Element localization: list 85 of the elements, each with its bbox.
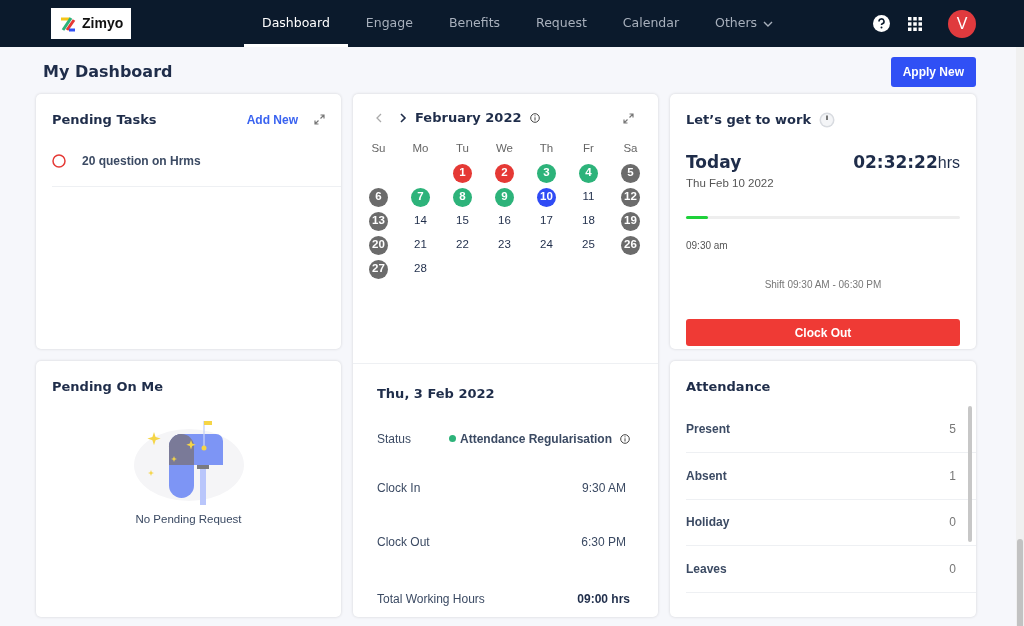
detail-label: Clock In (377, 479, 421, 497)
apps-grid-icon[interactable] (908, 16, 922, 31)
help-icon[interactable] (873, 15, 890, 32)
page-title: My Dashboard (43, 61, 173, 83)
calendar-day[interactable]: 24 (540, 236, 553, 254)
calendar-day[interactable]: 17 (540, 212, 553, 230)
calendar-day[interactable]: 2 (495, 163, 514, 183)
logo-text: Zimyo (82, 14, 124, 33)
card-title: Let’s get to work (686, 111, 812, 129)
weekday-label: We (494, 141, 514, 157)
shift-start: 09:30 am (686, 239, 729, 254)
shift-time: Shift 09:30 AM - 06:30 PM (763, 278, 883, 293)
info-icon[interactable] (620, 434, 630, 445)
scrollbar[interactable] (968, 406, 972, 542)
detail-value: 9:30 AM (581, 479, 626, 497)
avatar[interactable]: V (948, 9, 976, 38)
chevron-left-icon[interactable] (375, 112, 383, 123)
detail-value: 09:00 hrs (577, 590, 630, 608)
calendar-day[interactable]: 26 (621, 235, 640, 255)
expand-icon[interactable] (623, 113, 634, 125)
empty-message: No Pending Request (135, 511, 242, 527)
calendar-day[interactable]: 25 (582, 236, 595, 254)
info-icon[interactable] (529, 112, 540, 123)
calendar-day[interactable]: 6 (369, 187, 388, 207)
logo[interactable]: Zimyo (51, 8, 131, 39)
status-value: Attendance Regularisation (459, 430, 612, 448)
attendance-label: Holiday (686, 514, 730, 532)
nav-tab[interactable]: Others (697, 0, 792, 47)
task-checkbox[interactable] (52, 153, 66, 168)
timer: 02:32:22 (853, 151, 938, 172)
calendar-day[interactable]: 22 (456, 236, 469, 254)
calendar-day[interactable]: 21 (414, 236, 427, 254)
calendar-day[interactable]: 16 (498, 212, 511, 230)
attendance-count: 0 (949, 514, 956, 532)
timer-unit: hrs (937, 153, 960, 171)
calendar-day[interactable]: 13 (369, 211, 388, 231)
nav-tab[interactable]: Calendar (604, 0, 698, 47)
weekday-label: Tu (455, 141, 470, 157)
calendar-day[interactable]: 18 (582, 212, 595, 230)
today-label: Today (686, 150, 742, 174)
apply-new-button[interactable]: Apply New (890, 57, 976, 87)
nav-tab[interactable]: Benefits (430, 0, 519, 47)
weekday-label: Fr (582, 141, 595, 157)
calendar-day[interactable]: 19 (621, 211, 640, 231)
detail-date: Thu, 3 Feb 2022 (377, 385, 496, 403)
clock-out-button[interactable]: Clock Out (686, 319, 960, 347)
calendar-day[interactable]: 27 (369, 259, 388, 279)
scrollbar[interactable] (1016, 47, 1024, 626)
weekday-label: Sa (622, 141, 639, 157)
detail-label: Status (377, 430, 412, 448)
calendar-day[interactable]: 14 (414, 212, 427, 230)
chevron-right-icon[interactable] (399, 112, 407, 123)
calendar-day[interactable]: 12 (621, 187, 640, 207)
attendance-count: 0 (949, 560, 956, 578)
add-new-link[interactable]: Add New (246, 110, 298, 129)
attendance-count: 1 (949, 467, 956, 485)
calendar-day[interactable]: 23 (498, 236, 511, 254)
calendar-month: February 2022 (415, 109, 522, 127)
calendar-day[interactable]: 15 (456, 212, 469, 230)
calendar-day[interactable]: 28 (414, 260, 427, 278)
task-label: 20 question on Hrms (82, 152, 201, 170)
weekday-label: Su (370, 141, 387, 157)
calendar-day[interactable]: 5 (621, 163, 640, 183)
nav-tab[interactable]: Dashboard (244, 0, 348, 47)
weekday-label: Mo (411, 141, 430, 157)
calendar-day[interactable]: 10 (537, 187, 556, 207)
detail-label: Clock Out (377, 533, 430, 551)
attendance-count: 5 (949, 421, 956, 439)
calendar-day[interactable]: 11 (582, 188, 595, 206)
weekday-label: Th (538, 141, 555, 157)
today-date: Thu Feb 10 2022 (686, 176, 775, 191)
nav-tab[interactable]: Engage (347, 0, 431, 47)
attendance-label: Leaves (686, 560, 727, 578)
calendar-day[interactable]: 1 (453, 163, 472, 183)
clock-icon (819, 111, 836, 128)
expand-icon[interactable] (314, 114, 325, 126)
attendance-label: Absent (686, 467, 727, 485)
attendance-label: Present (686, 421, 731, 439)
detail-value: 6:30 PM (581, 533, 626, 551)
card-title: Pending Tasks (52, 111, 157, 129)
detail-label: Total Working Hours (377, 590, 485, 608)
nav-tab[interactable]: Request (518, 0, 605, 47)
card-title: Attendance (686, 378, 772, 396)
card-title: Pending On Me (52, 378, 165, 396)
calendar-day[interactable]: 20 (369, 235, 388, 255)
